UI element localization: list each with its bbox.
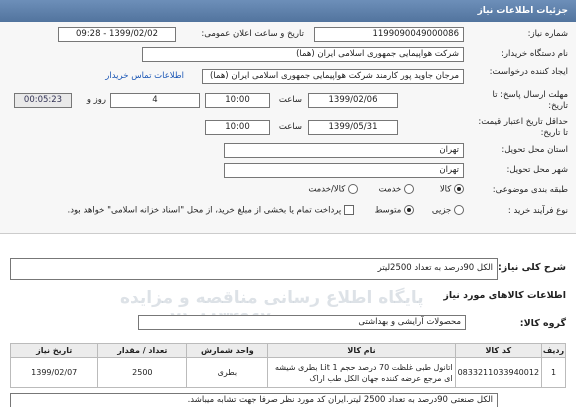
col-header-need-date: تاریخ نیاز xyxy=(9,343,99,358)
col-header-unit: واحد شمارش xyxy=(186,343,269,358)
col-header-item-name: نام کالا xyxy=(267,343,456,358)
radio-selected-icon xyxy=(404,205,414,215)
purchase-option-label: متوسط xyxy=(374,205,402,216)
radio-icon xyxy=(454,205,464,215)
table-header-row: ردیف کد کالا نام کالا واحد شمارش تعداد /… xyxy=(9,343,566,358)
purchase-option-label: جزیی xyxy=(431,205,452,216)
validity-label: حداقل تاریخ اعتبار قیمت: تا تاریخ: xyxy=(478,117,568,138)
buyer-field: شرکت هواپیمایی جمهوری اسلامی ایران (هما) xyxy=(142,47,464,62)
cell-row-number: 1 xyxy=(541,357,566,388)
buyer-contact-link[interactable]: اطلاعات تماس خریدار xyxy=(105,71,184,81)
page-header: جزئیات اطلاعات نیاز xyxy=(0,0,576,22)
category-option-goods[interactable]: کالا xyxy=(440,184,464,195)
category-option-service[interactable]: خدمت xyxy=(379,184,414,195)
category-option-label: کالا xyxy=(439,184,452,195)
goods-group-field: محصولات آرایشی و بهداشتی xyxy=(138,315,466,330)
watermark-text: پایگاه اطلاع رسانی مناقصه و مزایده xyxy=(120,288,424,308)
cell-quantity: 2500 xyxy=(97,357,188,388)
treasury-payment-note: پرداخت تمام یا بخشی از مبلغ خرید، از محل… xyxy=(67,205,342,216)
creator-field: مرجان جاوید پور کارمند شرکت هواپیمایی جم… xyxy=(202,69,464,84)
col-header-quantity: تعداد / مقدار xyxy=(97,343,188,358)
deadline-label: مهلت ارسال پاسخ: تا تاریخ: xyxy=(492,90,568,111)
radio-icon xyxy=(348,184,358,194)
province-label: استان محل تحویل: xyxy=(501,145,568,155)
goods-group-label: گروه کالا: xyxy=(519,318,566,329)
summary-title: شرح کلی نیاز: xyxy=(497,262,566,273)
buyer-label: نام دستگاه خریدار: xyxy=(501,49,568,59)
category-label: طبقه بندی موضوعی: xyxy=(492,185,568,195)
validity-time-field: 10:00 xyxy=(205,120,270,135)
deadline-date-field: 1399/02/06 xyxy=(308,93,398,108)
cell-unit: بطری xyxy=(186,357,269,388)
remaining-time-field: 00:05:23 xyxy=(14,93,72,108)
days-label: روز و xyxy=(86,95,106,105)
province-field: تهران xyxy=(224,143,464,158)
cell-need-date: 1399/02/07 xyxy=(9,357,99,388)
table-row: 1 0833211033940012 اتانول طبی غلظت 70 در… xyxy=(9,357,566,388)
city-field: تهران xyxy=(224,163,464,178)
purchase-option-minor[interactable]: جزیی xyxy=(432,205,464,216)
radio-icon xyxy=(404,184,414,194)
goods-section-title: اطلاعات کالاهای مورد نیاز xyxy=(443,290,566,301)
need-number-field: 1199090049000086 xyxy=(314,27,464,42)
radio-selected-icon xyxy=(454,184,464,194)
checkbox-icon xyxy=(344,205,354,215)
purchase-option-medium[interactable]: متوسط xyxy=(375,205,414,216)
need-number-label: شماره نیاز: xyxy=(527,29,568,39)
deadline-time-label: ساعت xyxy=(278,95,302,105)
category-option-goods-service[interactable]: کالا/خدمت xyxy=(308,184,358,195)
validity-time-label: ساعت xyxy=(278,122,302,132)
need-details-form: شماره نیاز: 1199090049000086 تاریخ و ساع… xyxy=(0,22,576,234)
buyer-notes-field: الکل صنعتی 90درصد به تعداد 2500 لیتر.ایر… xyxy=(10,393,498,407)
goods-table: ردیف کد کالا نام کالا واحد شمارش تعداد /… xyxy=(9,343,566,388)
category-option-label: کالا/خدمت xyxy=(308,184,346,195)
col-header-row-number: ردیف xyxy=(541,343,566,358)
summary-field: الکل 90درصد به تعداد 2500لیتر xyxy=(10,258,498,280)
page-title: جزئیات اطلاعات نیاز xyxy=(477,6,568,16)
city-label: شهر محل تحویل: xyxy=(506,165,568,175)
announce-date-label: تاریخ و ساعت اعلان عمومی: xyxy=(201,29,304,39)
cell-item-code: 0833211033940012 xyxy=(454,357,543,388)
treasury-payment-option[interactable]: پرداخت تمام یا بخشی از مبلغ خرید، از محل… xyxy=(68,205,354,216)
deadline-time-field: 10:00 xyxy=(205,93,270,108)
cell-item-name: اتانول طبی غلظت 70 درصد حجم 1 Lit بطری ش… xyxy=(267,357,456,388)
category-option-label: خدمت xyxy=(378,184,402,195)
creator-label: ایجاد کننده درخواست: xyxy=(489,67,568,77)
col-header-item-code: کد کالا xyxy=(454,343,543,358)
purchase-type-label: نوع فرآیند خرید : xyxy=(507,206,568,216)
validity-date-field: 1399/05/31 xyxy=(308,120,398,135)
days-field: 4 xyxy=(110,93,200,108)
announce-date-field: 1399/02/02 - 09:28 xyxy=(58,27,176,42)
